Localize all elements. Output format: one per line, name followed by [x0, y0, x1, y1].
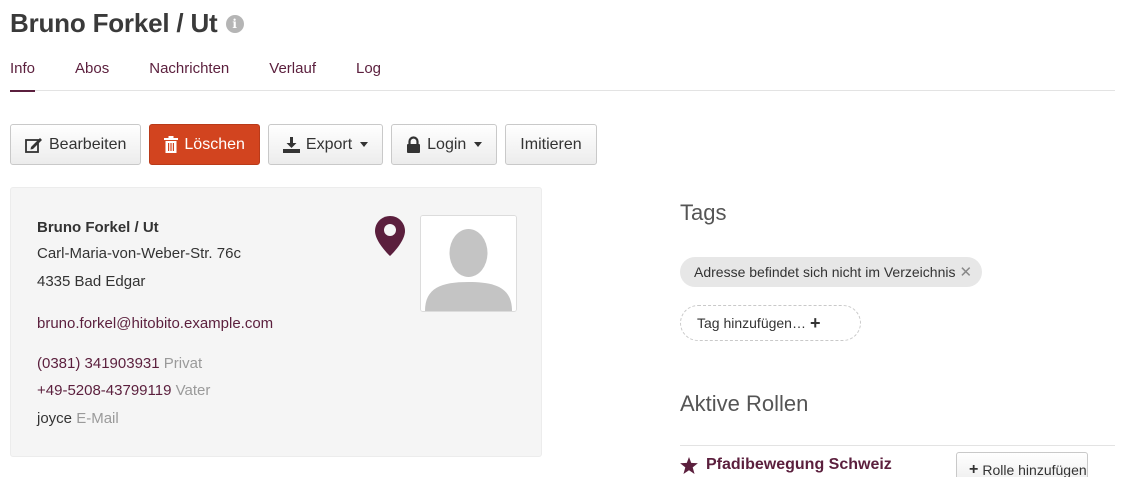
trash-icon	[164, 136, 179, 153]
action-toolbar: Bearbeiten Löschen Export Login Imitiere…	[10, 124, 597, 165]
edit-icon	[25, 137, 42, 153]
tab-bar: Info Abos Nachrichten Verlauf Log	[10, 58, 1115, 92]
plus-icon: +	[809, 312, 821, 333]
phone-number[interactable]: (0381) 341903931	[37, 355, 160, 372]
role-group-name[interactable]: Pfadibewegung Schweiz	[706, 456, 892, 474]
user-silhouette-icon	[421, 216, 516, 311]
tag-chip: Adresse befindet sich nicht im Verzeichn…	[680, 257, 983, 287]
phone-label: Privat	[163, 355, 203, 372]
export-dropdown-button[interactable]: Export	[267, 124, 384, 165]
login-button-label: Login	[427, 135, 467, 153]
tag-chip-label: Adresse befindet sich nicht im Verzeichn…	[694, 264, 956, 280]
role-group-title: Pfadibewegung Schweiz	[680, 456, 892, 474]
add-tag-label: Tag hinzufügen…	[697, 315, 806, 331]
star-icon	[680, 456, 698, 474]
tags-heading: Tags	[680, 200, 727, 225]
plus-icon: +	[969, 460, 979, 477]
lock-icon	[407, 136, 421, 153]
login-dropdown-button[interactable]: Login	[391, 124, 498, 165]
social-account-value: joyce	[37, 410, 73, 427]
add-tag-button[interactable]: Tag hinzufügen… +	[680, 305, 861, 341]
phone-row: (0381) 341903931 Privat	[37, 355, 202, 372]
tab-info[interactable]: Info	[10, 58, 36, 92]
tab-verlauf[interactable]: Verlauf	[269, 58, 316, 91]
close-icon[interactable]: ✕	[959, 263, 972, 281]
add-role-button[interactable]: + Rolle hinzufügen	[956, 452, 1088, 477]
page-title-text: Bruno Forkel / Ut	[10, 8, 218, 38]
tab-abos[interactable]: Abos	[75, 58, 109, 91]
delete-button-label: Löschen	[184, 135, 245, 153]
page-title: Bruno Forkel / Ut i	[10, 8, 244, 39]
avatar	[420, 215, 517, 312]
phone-label: Vater	[175, 382, 211, 399]
tab-log[interactable]: Log	[356, 58, 381, 91]
map-marker-icon[interactable]	[375, 216, 405, 256]
social-account-row: joyce E-Mail	[37, 410, 119, 427]
chevron-down-icon	[360, 142, 369, 147]
person-card: Bruno Forkel / Ut Carl-Maria-von-Weber-S…	[10, 187, 542, 457]
add-role-label: Rolle hinzufügen	[982, 461, 1087, 477]
edit-button-label: Bearbeiten	[49, 135, 127, 153]
chevron-down-icon	[474, 142, 483, 147]
info-icon[interactable]: i	[225, 14, 244, 33]
social-account-label: E-Mail	[76, 410, 119, 427]
delete-button[interactable]: Löschen	[149, 124, 260, 165]
export-button-label: Export	[305, 135, 353, 153]
phone-row: +49-5208-43799119 Vater	[37, 382, 210, 399]
address-city: 4335 Bad Edgar	[37, 273, 146, 290]
phone-number[interactable]: +49-5208-43799119	[37, 382, 171, 399]
impersonate-button-label: Imitieren	[520, 135, 582, 153]
active-roles-heading: Aktive Rollen	[680, 391, 809, 416]
download-icon	[282, 136, 300, 153]
roles-divider	[680, 445, 1115, 446]
impersonate-button[interactable]: Imitieren	[505, 124, 597, 165]
person-name: Bruno Forkel / Ut	[37, 219, 159, 236]
tab-nachrichten[interactable]: Nachrichten	[149, 58, 229, 91]
address-street: Carl-Maria-von-Weber-Str. 76c	[37, 245, 241, 262]
edit-button[interactable]: Bearbeiten	[10, 124, 142, 165]
email-link[interactable]: bruno.forkel@hitobito.example.com	[37, 315, 273, 332]
